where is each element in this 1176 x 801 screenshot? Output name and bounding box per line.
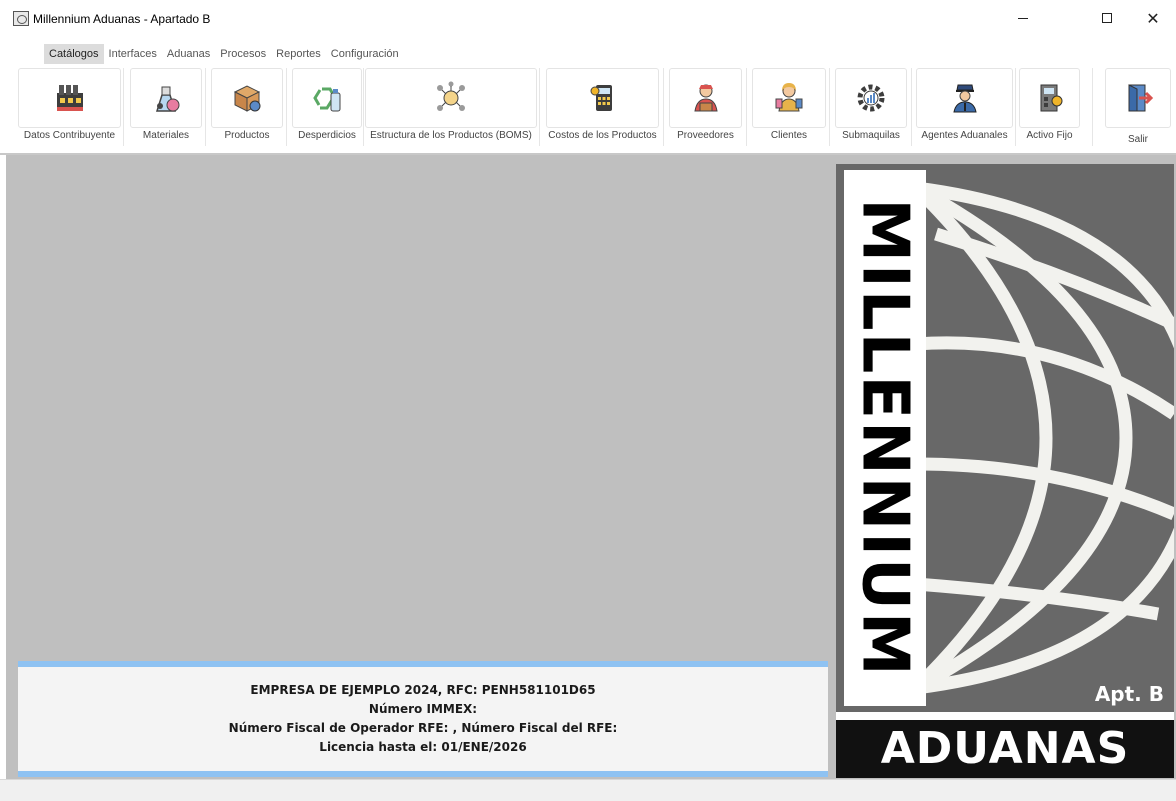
company-name-rfc: EMPRESA DE EJEMPLO 2024, RFC: PENH581101… [250, 683, 596, 697]
toolbar-separator [539, 68, 540, 146]
factory-icon [56, 85, 83, 111]
toolbar-separator [1015, 68, 1016, 146]
tool-datos-contribuyente[interactable]: Datos Contribuyente [18, 68, 121, 148]
window-title: Millennium Aduanas - Apartado B [33, 12, 211, 26]
box-icon [233, 85, 261, 112]
toolbar-separator [746, 68, 747, 146]
gear-chart-icon [857, 84, 885, 112]
tool-label: Estructura de los Productos (BOMS) [370, 130, 532, 141]
tool-box [669, 68, 742, 128]
tool-box [18, 68, 121, 128]
calculator-icon [590, 85, 612, 111]
close-button[interactable]: ✕ [1130, 0, 1176, 36]
menu-aduanas[interactable]: Aduanas [162, 44, 215, 64]
title-bar[interactable]: Millennium Aduanas - Apartado B ✕ [0, 0, 1176, 36]
menu-configuracion[interactable]: Configuración [326, 44, 404, 64]
toolbar-separator [286, 68, 287, 146]
minimize-button[interactable] [1000, 0, 1046, 36]
maximize-icon [1102, 13, 1112, 23]
tool-label: Clientes [770, 130, 808, 141]
tool-box [292, 68, 362, 128]
tool-box [1105, 68, 1171, 128]
logo-badge: Apt. B [1094, 682, 1164, 706]
logo-gap [836, 712, 1174, 720]
tool-desperdicios[interactable]: Desperdicios [292, 68, 362, 148]
menu-catalogos[interactable]: Catálogos [44, 44, 104, 64]
tool-box [211, 68, 283, 128]
toolbar-separator [1092, 68, 1093, 146]
tool-label: Productos [224, 130, 270, 141]
tool-clientes[interactable]: Clientes [752, 68, 826, 148]
toolbar-separator [663, 68, 664, 146]
company-info-panel: EMPRESA DE EJEMPLO 2024, RFC: PENH581101… [18, 661, 828, 777]
recycle-icon [313, 87, 341, 112]
status-bar [0, 779, 1176, 801]
globe-icon [911, 181, 1174, 695]
menu-procesos[interactable]: Procesos [215, 44, 271, 64]
toolbar-separator [363, 68, 364, 146]
logo-bottom-text: ADUANAS [880, 723, 1130, 774]
client-icon [775, 83, 803, 112]
millennium-logo: MILLENNIUM Apt. B ADUANAS [836, 164, 1174, 778]
tool-activo-fijo[interactable]: Activo Fijo [1019, 68, 1080, 148]
tool-box [1019, 68, 1080, 128]
tool-salir[interactable]: Salir [1105, 68, 1171, 148]
maximize-button[interactable] [1084, 0, 1130, 36]
immex-number: Número IMMEX: [368, 702, 478, 716]
network-icon [437, 81, 465, 111]
tool-label: Materiales [142, 130, 190, 141]
officer-icon [952, 84, 977, 113]
toolbar-separator [911, 68, 912, 146]
menu-interfaces[interactable]: Interfaces [104, 44, 162, 64]
tool-label: Proveedores [677, 130, 734, 141]
tool-submaquilas[interactable]: Submaquilas [835, 68, 907, 148]
rfe-numbers: Número Fiscal de Operador RFE: , Número … [228, 721, 618, 735]
tool-costos[interactable]: Costos de los Productos [546, 68, 659, 148]
tool-agentes-aduanales[interactable]: Agentes Aduanales [916, 68, 1013, 148]
tool-label: Activo Fijo [1026, 130, 1073, 141]
logo-vertical-text: MILLENNIUM [848, 198, 922, 678]
tool-box [916, 68, 1013, 128]
tool-box [130, 68, 202, 128]
tool-productos[interactable]: Productos [211, 68, 283, 148]
delivery-man-icon [693, 84, 718, 112]
logo-vertical-text-box: MILLENNIUM [844, 170, 926, 706]
menu-bar: Catálogos Interfaces Aduanas Procesos Re… [44, 44, 404, 64]
minimize-icon [1018, 17, 1028, 19]
tool-estructura-boms[interactable]: Estructura de los Productos (BOMS) [365, 68, 537, 148]
tool-box [365, 68, 537, 128]
menu-reportes[interactable]: Reportes [271, 44, 326, 64]
toolbar-separator [829, 68, 830, 146]
license-expiry: Licencia hasta el: 01/ENE/2026 [319, 740, 527, 754]
tool-box [546, 68, 659, 128]
machine-icon [1040, 84, 1062, 112]
exit-door-icon [1128, 84, 1154, 112]
tool-box [752, 68, 826, 128]
tool-label: Submaquilas [842, 130, 900, 141]
tool-box [835, 68, 907, 128]
toolbar-separator [123, 68, 124, 146]
tool-label: Agentes Aduanales [921, 130, 1008, 141]
toolbar: Datos Contribuyente Materiales Productos [0, 68, 1176, 152]
materials-icon [155, 86, 180, 112]
toolbar-separator [205, 68, 206, 146]
tool-proveedores[interactable]: Proveedores [669, 68, 742, 148]
app-icon[interactable] [13, 11, 29, 26]
tool-label: Desperdicios [298, 130, 356, 141]
tool-label: Salir [1127, 134, 1148, 145]
tool-label: Datos Contribuyente [23, 130, 116, 141]
tool-materiales[interactable]: Materiales [130, 68, 202, 148]
tool-label: Costos de los Productos [548, 130, 657, 141]
